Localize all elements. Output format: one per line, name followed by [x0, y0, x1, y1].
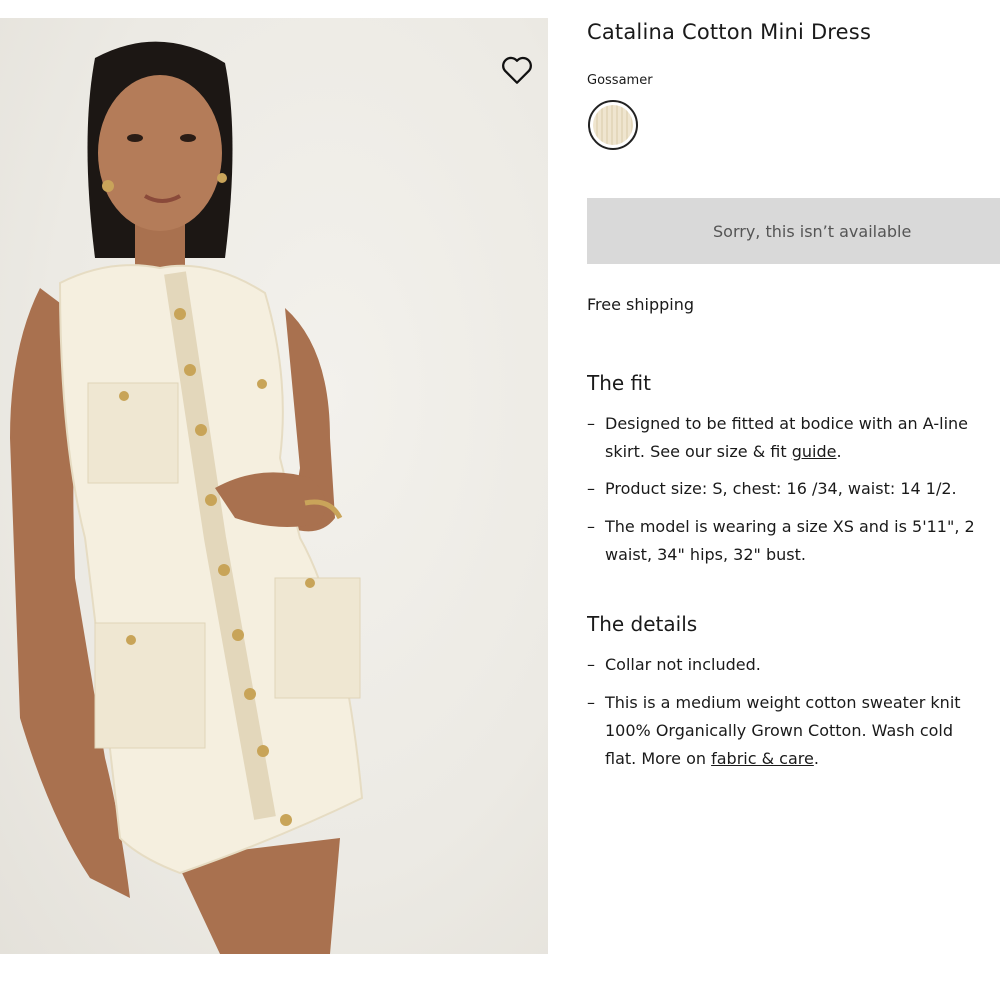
- fit-bullet-1-line2: skirt. See our size & fit: [605, 442, 792, 461]
- details-bullet-2-line3: flat. More on: [605, 749, 712, 768]
- fit-bullet-1-period: .: [836, 442, 842, 461]
- size-guide-link[interactable]: guide: [792, 442, 837, 461]
- fit-bullet-1: – Designed to be fitted at bodice with an…: [587, 410, 968, 466]
- fit-bullet-1-line1: Designed to be fitted at bodice with an …: [605, 414, 969, 433]
- details-bullet-1: – Collar not included.: [587, 651, 761, 679]
- wishlist-button[interactable]: [500, 54, 534, 86]
- unavailable-button[interactable]: Sorry, this isn’t available: [587, 198, 1000, 264]
- fit-heading: The fit: [587, 371, 651, 395]
- details-bullet-1-text: Collar not included.: [605, 655, 761, 674]
- fit-bullet-3-line1: The model is wearing a size XS and is 5'…: [605, 517, 975, 536]
- fit-bullet-3-line2: waist, 34" hips, 32" bust.: [605, 545, 806, 564]
- bullet-dash: –: [587, 693, 595, 712]
- product-title: Catalina Cotton Mini Dress: [587, 20, 872, 44]
- product-info: Catalina Cotton Mini Dress Gossamer Sorr…: [587, 0, 1000, 1000]
- details-bullet-2-period: .: [813, 749, 819, 768]
- details-bullet-2-line1: This is a medium weight cotton sweater k…: [605, 693, 961, 712]
- details-heading: The details: [587, 612, 698, 636]
- bullet-dash: –: [587, 479, 595, 498]
- bullet-dash: –: [587, 655, 595, 674]
- color-swatch-gossamer[interactable]: [588, 100, 638, 150]
- bullet-dash: –: [587, 414, 595, 433]
- fit-bullet-2: – Product size: S, chest: 16 /34, waist: …: [587, 475, 957, 503]
- product-image: [0, 18, 548, 954]
- heart-outline-icon: [502, 56, 532, 84]
- fit-bullet-3: – The model is wearing a size XS and is 5…: [587, 513, 975, 569]
- model-photo: [10, 41, 364, 954]
- fabric-care-link[interactable]: fabric & care: [711, 749, 814, 768]
- details-bullet-2-line2: 100% Organically Grown Cotton. Wash cold: [605, 721, 953, 740]
- details-bullet-2: – This is a medium weight cotton sweater …: [587, 689, 961, 773]
- fit-bullet-2-text: Product size: S, chest: 16 /34, waist: 1…: [605, 479, 957, 498]
- color-name: Gossamer: [587, 73, 653, 88]
- swatch-fabric: [593, 105, 633, 145]
- bullet-dash: –: [587, 517, 595, 536]
- free-shipping-text: Free shipping: [587, 295, 695, 314]
